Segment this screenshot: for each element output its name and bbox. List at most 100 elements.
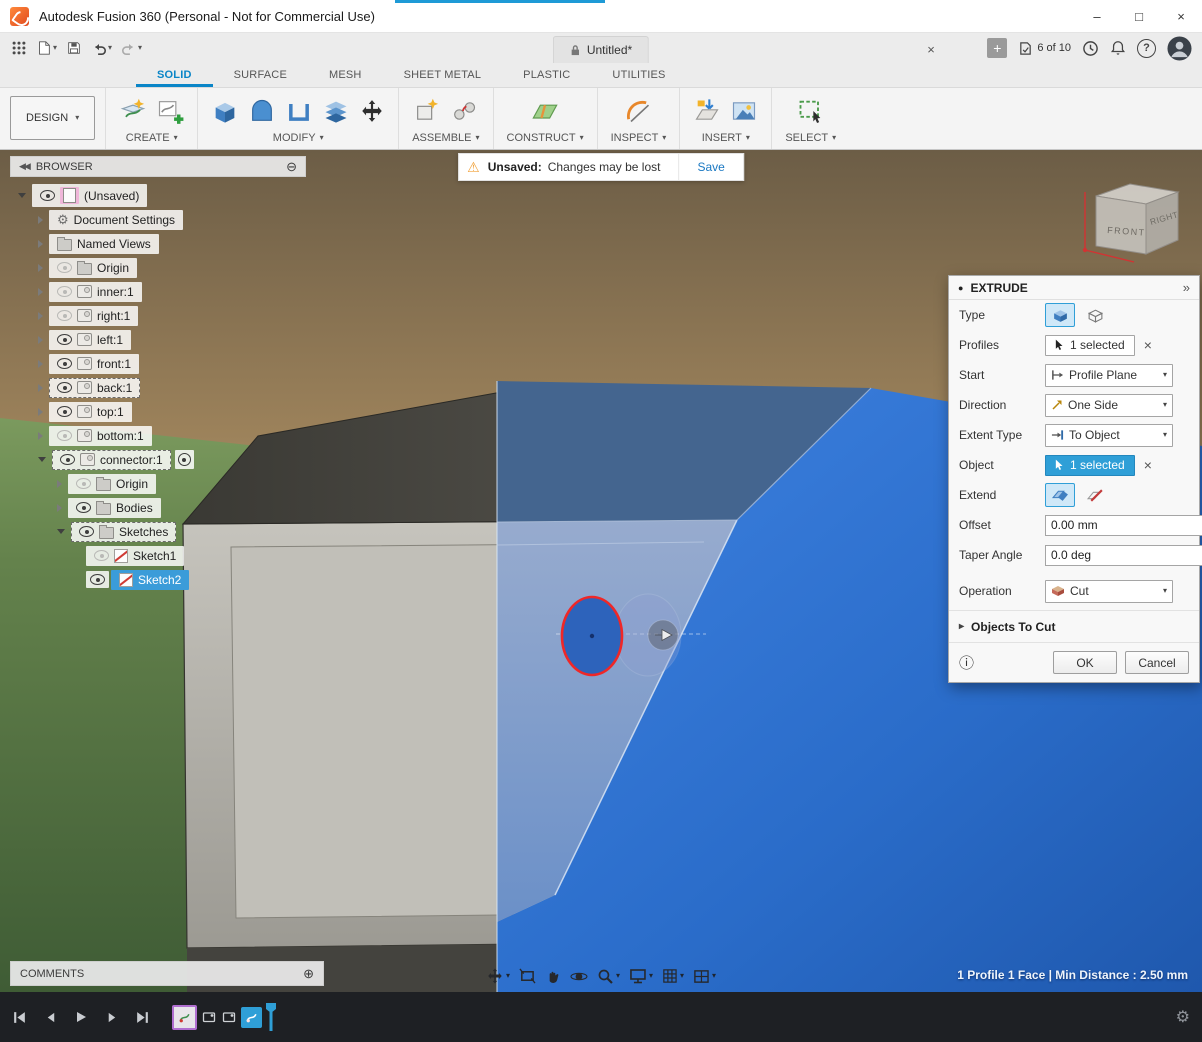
new-tab-button[interactable]: + bbox=[987, 38, 1007, 58]
no-extend-toggle[interactable] bbox=[1080, 483, 1110, 507]
combine-button[interactable] bbox=[322, 97, 350, 125]
timeline-playhead[interactable] bbox=[266, 1003, 276, 1031]
extend-faces-toggle[interactable] bbox=[1045, 483, 1075, 507]
comments-bar[interactable]: COMMENTS ⊕ bbox=[10, 961, 324, 986]
group-label-create[interactable]: CREATE ▾ bbox=[126, 132, 178, 144]
minimize-button[interactable]: – bbox=[1076, 0, 1118, 32]
browser-item-origin[interactable]: Origin bbox=[10, 258, 306, 277]
visibility-eye-icon[interactable] bbox=[57, 310, 72, 321]
construction-plane-button[interactable] bbox=[531, 97, 559, 125]
tab-surface[interactable]: SURFACE bbox=[213, 69, 308, 87]
timeline-component-marker[interactable] bbox=[201, 1009, 217, 1025]
visibility-eye-icon[interactable] bbox=[94, 550, 109, 561]
expand-arrow-icon[interactable] bbox=[38, 432, 43, 440]
browser-item-sketches[interactable]: Sketches bbox=[10, 522, 306, 541]
start-dropdown[interactable]: Profile Plane ▾ bbox=[1045, 364, 1173, 387]
visibility-eye-icon[interactable] bbox=[90, 574, 105, 585]
tab-solid[interactable]: SOLID bbox=[136, 69, 213, 87]
step-forward-button[interactable] bbox=[105, 1011, 118, 1024]
object-select-button[interactable]: 1 selected bbox=[1045, 455, 1135, 476]
offset-input[interactable] bbox=[1045, 515, 1202, 536]
expand-arrow-icon[interactable] bbox=[38, 312, 43, 320]
type-extrude-toggle[interactable] bbox=[1045, 303, 1075, 327]
create-sketch-button[interactable] bbox=[119, 97, 147, 125]
save-button[interactable] bbox=[63, 36, 85, 60]
orbit-tool-button[interactable]: ▾ bbox=[486, 967, 510, 985]
timeline-settings-gear-icon[interactable]: ⚙ bbox=[1176, 1007, 1190, 1027]
press-pull-button[interactable] bbox=[248, 97, 276, 125]
expand-arrow-icon[interactable] bbox=[38, 384, 43, 392]
expand-arrow-icon[interactable] bbox=[38, 408, 43, 416]
browser-item-right[interactable]: right:1 bbox=[10, 306, 306, 325]
info-icon[interactable]: ⓘ bbox=[959, 652, 974, 673]
visibility-eye-icon[interactable] bbox=[60, 454, 75, 465]
group-label-construct[interactable]: CONSTRUCT ▾ bbox=[507, 132, 584, 144]
play-button[interactable] bbox=[74, 1010, 88, 1024]
browser-item-document-settings[interactable]: ⚙ Document Settings bbox=[10, 210, 306, 229]
viewports-button[interactable]: ▾ bbox=[693, 969, 716, 984]
visibility-eye-icon[interactable] bbox=[57, 430, 72, 441]
visibility-eye-icon[interactable] bbox=[40, 190, 55, 201]
job-status-button[interactable] bbox=[1082, 40, 1099, 57]
visibility-eye-icon[interactable] bbox=[57, 358, 72, 369]
skip-to-end-button[interactable] bbox=[135, 1011, 150, 1024]
timeline-component-marker[interactable] bbox=[221, 1009, 237, 1025]
visibility-eye-icon[interactable] bbox=[57, 382, 72, 393]
browser-item-front[interactable]: front:1 bbox=[10, 354, 306, 373]
browser-item-sketch1[interactable]: Sketch1 bbox=[10, 546, 306, 565]
tab-sheet-metal[interactable]: SHEET METAL bbox=[383, 69, 503, 87]
browser-item-connector[interactable]: connector:1 bbox=[10, 450, 306, 469]
dialog-header[interactable]: ● EXTRUDE » bbox=[949, 276, 1199, 300]
browser-item-top[interactable]: top:1 bbox=[10, 402, 306, 421]
ok-button[interactable]: OK bbox=[1053, 651, 1117, 674]
type-thin-extrude-toggle[interactable] bbox=[1080, 303, 1110, 327]
group-label-modify[interactable]: MODIFY ▾ bbox=[273, 132, 324, 144]
expand-arrow-icon[interactable] bbox=[38, 264, 43, 272]
expand-arrow-icon[interactable] bbox=[38, 216, 43, 224]
expand-arrow-icon[interactable] bbox=[57, 480, 62, 488]
minimize-panel-icon[interactable]: ⊖ bbox=[286, 159, 297, 175]
expand-arrow-icon[interactable] bbox=[38, 288, 43, 296]
selected-item-highlight[interactable]: Sketch2 bbox=[111, 570, 189, 590]
insert-canvas-button[interactable] bbox=[730, 97, 758, 125]
browser-item-bottom[interactable]: bottom:1 bbox=[10, 426, 306, 445]
visibility-eye-icon[interactable] bbox=[57, 334, 72, 345]
browser-item-inner[interactable]: inner:1 bbox=[10, 282, 306, 301]
browser-item-root[interactable]: (Unsaved) bbox=[10, 186, 306, 205]
visibility-eye-icon[interactable] bbox=[79, 526, 94, 537]
clear-object-button[interactable]: × bbox=[1144, 457, 1152, 473]
tab-plastic[interactable]: PLASTIC bbox=[502, 69, 591, 87]
insert-svg-button[interactable] bbox=[693, 97, 721, 125]
browser-item-sketch2[interactable]: Sketch2 bbox=[10, 570, 306, 589]
profiles-select-button[interactable]: 1 selected bbox=[1045, 335, 1135, 356]
operation-dropdown[interactable]: Cut ▾ bbox=[1045, 580, 1173, 603]
expand-arrow-icon[interactable] bbox=[57, 504, 62, 512]
expand-arrow-icon[interactable] bbox=[57, 529, 65, 534]
grid-snaps-button[interactable]: ▾ bbox=[662, 968, 684, 984]
browser-header[interactable]: ◀◀ BROWSER ⊖ bbox=[10, 156, 306, 177]
maximize-button[interactable]: □ bbox=[1118, 0, 1160, 32]
save-link-button[interactable]: Save bbox=[678, 154, 742, 180]
shell-button[interactable] bbox=[285, 97, 313, 125]
group-label-select[interactable]: SELECT ▾ bbox=[785, 132, 836, 144]
browser-item-back[interactable]: back:1 bbox=[10, 378, 306, 397]
cancel-button[interactable]: Cancel bbox=[1125, 651, 1189, 674]
measure-button[interactable] bbox=[624, 97, 652, 125]
visibility-eye-icon[interactable] bbox=[57, 262, 72, 273]
browser-item-connector-origin[interactable]: Origin bbox=[10, 474, 306, 493]
dialog-expand-icon[interactable]: » bbox=[1183, 280, 1190, 295]
move-button[interactable] bbox=[359, 98, 385, 124]
file-menu-button[interactable]: ▾ bbox=[33, 36, 60, 60]
new-component-button[interactable] bbox=[413, 97, 441, 125]
timeline-track[interactable] bbox=[172, 1003, 276, 1031]
notifications-button[interactable] bbox=[1110, 40, 1126, 56]
tab-mesh[interactable]: MESH bbox=[308, 69, 383, 87]
timeline-sketch1-marker[interactable] bbox=[172, 1005, 197, 1030]
objects-to-cut-section[interactable]: ▸ Objects To Cut bbox=[949, 610, 1199, 642]
app-grid-icon[interactable] bbox=[8, 36, 30, 60]
clear-profiles-button[interactable]: × bbox=[1144, 337, 1152, 353]
collapse-panel-icon[interactable]: ◀◀ bbox=[19, 161, 29, 172]
add-comment-icon[interactable]: ⊕ bbox=[303, 966, 314, 982]
view-cube[interactable]: FRONT RIGHT bbox=[1072, 162, 1194, 270]
tab-utilities[interactable]: UTILITIES bbox=[591, 69, 686, 87]
